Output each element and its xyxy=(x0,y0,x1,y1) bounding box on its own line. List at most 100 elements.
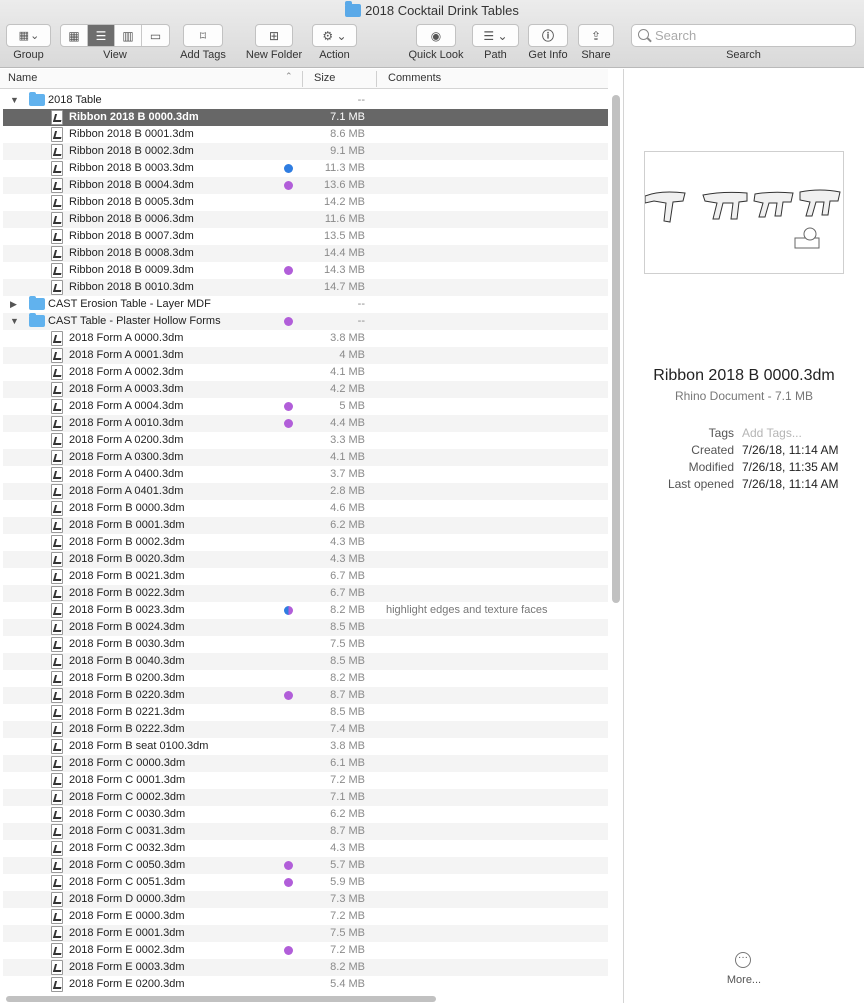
file-row[interactable]: 2018 Form A 0001.3dm 4 MB xyxy=(3,347,608,364)
file-row[interactable]: 2018 Form C 0030.3dm 6.2 MB xyxy=(3,806,608,823)
gallery-view-icon[interactable]: ▭ xyxy=(142,25,169,46)
file-name: 2018 Form A 0004.3dm xyxy=(69,400,184,412)
file-row[interactable]: 2018 Form B 0200.3dm 8.2 MB xyxy=(3,670,608,687)
search-field[interactable]: Search xyxy=(631,24,856,47)
disclosure-collapsed-icon[interactable]: ▶ xyxy=(10,296,17,313)
file-row[interactable]: 2018 Form B 0024.3dm 8.5 MB xyxy=(3,619,608,636)
disclosure-expanded-icon[interactable]: ▼ xyxy=(10,92,19,109)
file-size: 7.3 MB xyxy=(330,893,365,905)
file-size: 3.8 MB xyxy=(330,740,365,752)
file-row[interactable]: Ribbon 2018 B 0006.3dm 11.6 MB xyxy=(3,211,608,228)
list-view-icon[interactable]: ☰ xyxy=(88,25,115,46)
file-row[interactable]: Ribbon 2018 B 0007.3dm 13.5 MB xyxy=(3,228,608,245)
file-name: Ribbon 2018 B 0002.3dm xyxy=(69,145,194,157)
folder-row[interactable]: ▼ 2018 Table -- xyxy=(3,92,608,109)
file-size: 9.1 MB xyxy=(330,145,365,157)
file-row[interactable]: 2018 Form C 0051.3dm 5.9 MB xyxy=(3,874,608,891)
column-view-icon[interactable]: ▥ xyxy=(115,25,142,46)
file-row[interactable]: Ribbon 2018 B 0000.3dm 7.1 MB xyxy=(3,109,608,126)
new-folder-button[interactable]: ⊞ xyxy=(255,24,293,47)
file-row[interactable]: 2018 Form D 0000.3dm 7.3 MB xyxy=(3,891,608,908)
file-row[interactable]: 2018 Form A 0003.3dm 4.2 MB xyxy=(3,381,608,398)
rhino-file-icon xyxy=(51,518,63,533)
add-tags-button[interactable]: ⌑ xyxy=(183,24,223,47)
add-tags-field[interactable]: Add Tags... xyxy=(742,426,802,440)
file-row[interactable]: 2018 Form C 0031.3dm 8.7 MB xyxy=(3,823,608,840)
meta-created-value: 7/26/18, 11:14 AM xyxy=(742,443,839,457)
name-column-header[interactable]: Name xyxy=(8,72,37,84)
file-row[interactable]: 2018 Form B 0000.3dm 4.6 MB xyxy=(3,500,608,517)
file-row[interactable]: 2018 Form A 0002.3dm 4.1 MB xyxy=(3,364,608,381)
file-row[interactable]: 2018 Form B 0001.3dm 6.2 MB xyxy=(3,517,608,534)
file-row[interactable]: 2018 Form B seat 0100.3dm 3.8 MB xyxy=(3,738,608,755)
file-row[interactable]: 2018 Form A 0004.3dm 5 MB xyxy=(3,398,608,415)
more-button[interactable]: More... xyxy=(624,974,864,986)
file-row[interactable]: Ribbon 2018 B 0001.3dm 8.6 MB xyxy=(3,126,608,143)
file-row[interactable]: 2018 Form A 0000.3dm 3.8 MB xyxy=(3,330,608,347)
file-size: 2.8 MB xyxy=(330,485,365,497)
file-row[interactable]: 2018 Form E 0200.3dm 5.4 MB xyxy=(3,976,608,993)
file-row[interactable]: 2018 Form C 0002.3dm 7.1 MB xyxy=(3,789,608,806)
action-button[interactable]: ⚙ ⌄ xyxy=(312,24,357,47)
file-size: 7.1 MB xyxy=(330,791,365,803)
file-row[interactable]: 2018 Form E 0002.3dm 7.2 MB xyxy=(3,942,608,959)
file-row[interactable]: 2018 Form A 0010.3dm 4.4 MB xyxy=(3,415,608,432)
file-row[interactable]: Ribbon 2018 B 0010.3dm 14.7 MB xyxy=(3,279,608,296)
file-row[interactable]: 2018 Form A 0400.3dm 3.7 MB xyxy=(3,466,608,483)
pane-divider[interactable] xyxy=(623,69,624,1003)
file-row[interactable]: Ribbon 2018 B 0004.3dm 13.6 MB xyxy=(3,177,608,194)
size-column-header[interactable]: Size xyxy=(314,72,335,84)
file-row[interactable]: 2018 Form B 0030.3dm 7.5 MB xyxy=(3,636,608,653)
file-row[interactable]: 2018 Form A 0300.3dm 4.1 MB xyxy=(3,449,608,466)
group-button[interactable]: ▦ ⌄ xyxy=(6,24,51,47)
file-row[interactable]: 2018 Form B 0002.3dm 4.3 MB xyxy=(3,534,608,551)
rhino-file-icon xyxy=(51,943,63,958)
file-size: 4.6 MB xyxy=(330,502,365,514)
column-header: Name ⌃ Size Comments xyxy=(0,69,608,89)
file-name: 2018 Form B 0002.3dm xyxy=(69,536,185,548)
folder-row[interactable]: ▶ CAST Erosion Table - Layer MDF -- xyxy=(3,296,608,313)
search-label: Search xyxy=(726,49,761,61)
file-row[interactable]: Ribbon 2018 B 0003.3dm 11.3 MB xyxy=(3,160,608,177)
share-button[interactable]: ⇪ xyxy=(578,24,614,47)
file-row[interactable]: 2018 Form C 0032.3dm 4.3 MB xyxy=(3,840,608,857)
file-row[interactable]: 2018 Form B 0020.3dm 4.3 MB xyxy=(3,551,608,568)
folder-row[interactable]: ▼ CAST Table - Plaster Hollow Forms -- xyxy=(3,313,608,330)
file-row[interactable]: Ribbon 2018 B 0005.3dm 14.2 MB xyxy=(3,194,608,211)
file-row[interactable]: Ribbon 2018 B 0002.3dm 9.1 MB xyxy=(3,143,608,160)
get-info-button[interactable]: ⓘ xyxy=(528,24,568,47)
folder-name: 2018 Table xyxy=(48,94,102,106)
horizontal-scrollbar[interactable] xyxy=(6,996,436,1002)
more-icon[interactable]: ··· xyxy=(735,952,751,968)
file-row[interactable]: 2018 Form E 0003.3dm 8.2 MB xyxy=(3,959,608,976)
file-row[interactable]: 2018 Form B 0040.3dm 8.5 MB xyxy=(3,653,608,670)
info-icon: ⓘ xyxy=(541,29,554,43)
comments-column-header[interactable]: Comments xyxy=(388,72,441,84)
path-button[interactable]: ☰ ⌄ xyxy=(472,24,519,47)
file-row[interactable]: 2018 Form B 0023.3dm 8.2 MB highlight edge… xyxy=(3,602,608,619)
dual-tag-dot-icon xyxy=(284,606,293,615)
file-row[interactable]: 2018 Form B 0021.3dm 6.7 MB xyxy=(3,568,608,585)
file-name: 2018 Form A 0000.3dm xyxy=(69,332,184,344)
quick-look-button[interactable]: ◉ xyxy=(416,24,456,47)
file-row[interactable]: 2018 Form E 0000.3dm 7.2 MB xyxy=(3,908,608,925)
rhino-file-icon xyxy=(51,671,63,686)
file-row[interactable]: 2018 Form B 0221.3dm 8.5 MB xyxy=(3,704,608,721)
purple-tag-dot-icon xyxy=(284,266,293,275)
file-row[interactable]: 2018 Form C 0050.3dm 5.7 MB xyxy=(3,857,608,874)
vertical-scrollbar[interactable] xyxy=(612,95,620,603)
file-row[interactable]: 2018 Form C 0001.3dm 7.2 MB xyxy=(3,772,608,789)
file-row[interactable]: 2018 Form C 0000.3dm 6.1 MB xyxy=(3,755,608,772)
file-row[interactable]: Ribbon 2018 B 0009.3dm 14.3 MB xyxy=(3,262,608,279)
file-row[interactable]: Ribbon 2018 B 0008.3dm 14.4 MB xyxy=(3,245,608,262)
view-segmented-control[interactable]: ▦ ☰ ▥ ▭ xyxy=(60,24,170,47)
file-row[interactable]: 2018 Form E 0001.3dm 7.5 MB xyxy=(3,925,608,942)
file-row[interactable]: 2018 Form A 0401.3dm 2.8 MB xyxy=(3,483,608,500)
file-row[interactable]: 2018 Form A 0200.3dm 3.3 MB xyxy=(3,432,608,449)
folder-name: CAST Erosion Table - Layer MDF xyxy=(48,298,211,310)
file-row[interactable]: 2018 Form B 0220.3dm 8.7 MB xyxy=(3,687,608,704)
disclosure-expanded-icon[interactable]: ▼ xyxy=(10,313,19,330)
icon-view-icon[interactable]: ▦ xyxy=(61,25,88,46)
file-row[interactable]: 2018 Form B 0022.3dm 6.7 MB xyxy=(3,585,608,602)
file-row[interactable]: 2018 Form B 0222.3dm 7.4 MB xyxy=(3,721,608,738)
